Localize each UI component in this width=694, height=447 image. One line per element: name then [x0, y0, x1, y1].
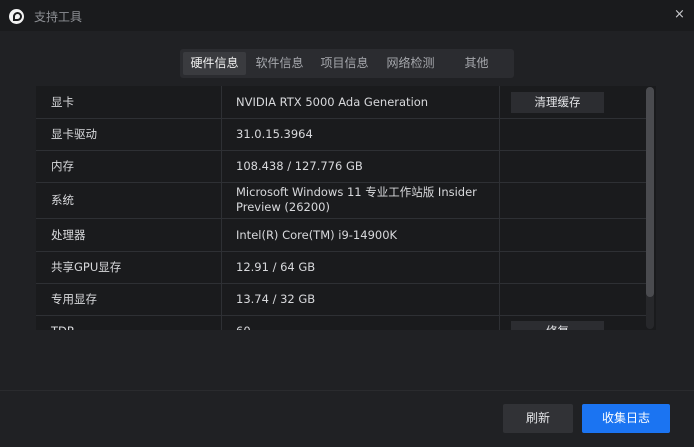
row-value: NVIDIA RTX 5000 Ada Generation: [236, 94, 429, 109]
table-row: 共享GPU显存 12.91 / 64 GB: [36, 251, 646, 284]
table-row: 内存 108.438 / 127.776 GB: [36, 150, 646, 183]
collect-logs-button[interactable]: 收集日志: [582, 404, 670, 433]
row-value: 108.438 / 127.776 GB: [236, 158, 363, 173]
table-row: 显卡 NVIDIA RTX 5000 Ada Generation 清理缓存: [36, 86, 646, 119]
table-scrollbar[interactable]: [646, 87, 654, 329]
row-value: 12.91 / 64 GB: [236, 259, 316, 274]
window-title: 支持工具: [34, 10, 83, 24]
tab-hardware-info[interactable]: 硬件信息: [183, 52, 246, 75]
row-value: 60: [236, 315, 498, 331]
refresh-button[interactable]: 刷新: [503, 404, 573, 433]
row-value: Microsoft Windows 11 专业工作站版 Insider Prev…: [236, 185, 477, 214]
row-label: 内存: [51, 159, 74, 173]
tab-network-check[interactable]: 网络检测: [379, 52, 442, 75]
row-label: TDR: [51, 315, 221, 330]
scrollbar-thumb[interactable]: [646, 87, 654, 297]
tab-bar: 硬件信息 软件信息 项目信息 网络检测 其他: [180, 49, 514, 78]
table-row: 显卡驱动 31.0.15.3964: [36, 118, 646, 151]
close-icon[interactable]: ×: [674, 7, 685, 23]
tab-software-info[interactable]: 软件信息: [248, 52, 311, 75]
row-value: 31.0.15.3964: [236, 126, 313, 141]
title-bar: 支持工具 ×: [0, 0, 694, 31]
row-label: 显卡驱动: [51, 127, 97, 141]
table-row: 系统 Microsoft Windows 11 专业工作站版 Insider P…: [36, 182, 646, 219]
tab-project-info[interactable]: 项目信息: [313, 52, 376, 75]
row-value: Intel(R) Core(TM) i9-14900K: [236, 227, 398, 242]
row-value: 13.74 / 32 GB: [236, 291, 316, 306]
table-row: 专用显存 13.74 / 32 GB: [36, 283, 646, 316]
fix-button[interactable]: 修复: [511, 321, 604, 330]
table-row: 处理器 Intel(R) Core(TM) i9-14900K: [36, 219, 646, 252]
row-label: 共享GPU显存: [51, 260, 122, 274]
support-tool-window: 支持工具 × 硬件信息 软件信息 项目信息 网络检测 其他 显卡 NVIDIA …: [0, 0, 694, 447]
footer-divider: [0, 390, 694, 391]
app-logo-icon: [9, 9, 24, 24]
clear-cache-button[interactable]: 清理缓存: [511, 92, 604, 113]
row-label: 系统: [51, 193, 74, 207]
row-label: 处理器: [51, 228, 86, 242]
row-label: 显卡: [51, 95, 74, 109]
row-label: 专用显存: [51, 292, 97, 306]
tab-other[interactable]: 其他: [445, 52, 508, 75]
hardware-info-table[interactable]: 显卡 NVIDIA RTX 5000 Ada Generation 清理缓存 显…: [36, 86, 656, 330]
table-row: TDR 60 修复: [36, 315, 646, 330]
